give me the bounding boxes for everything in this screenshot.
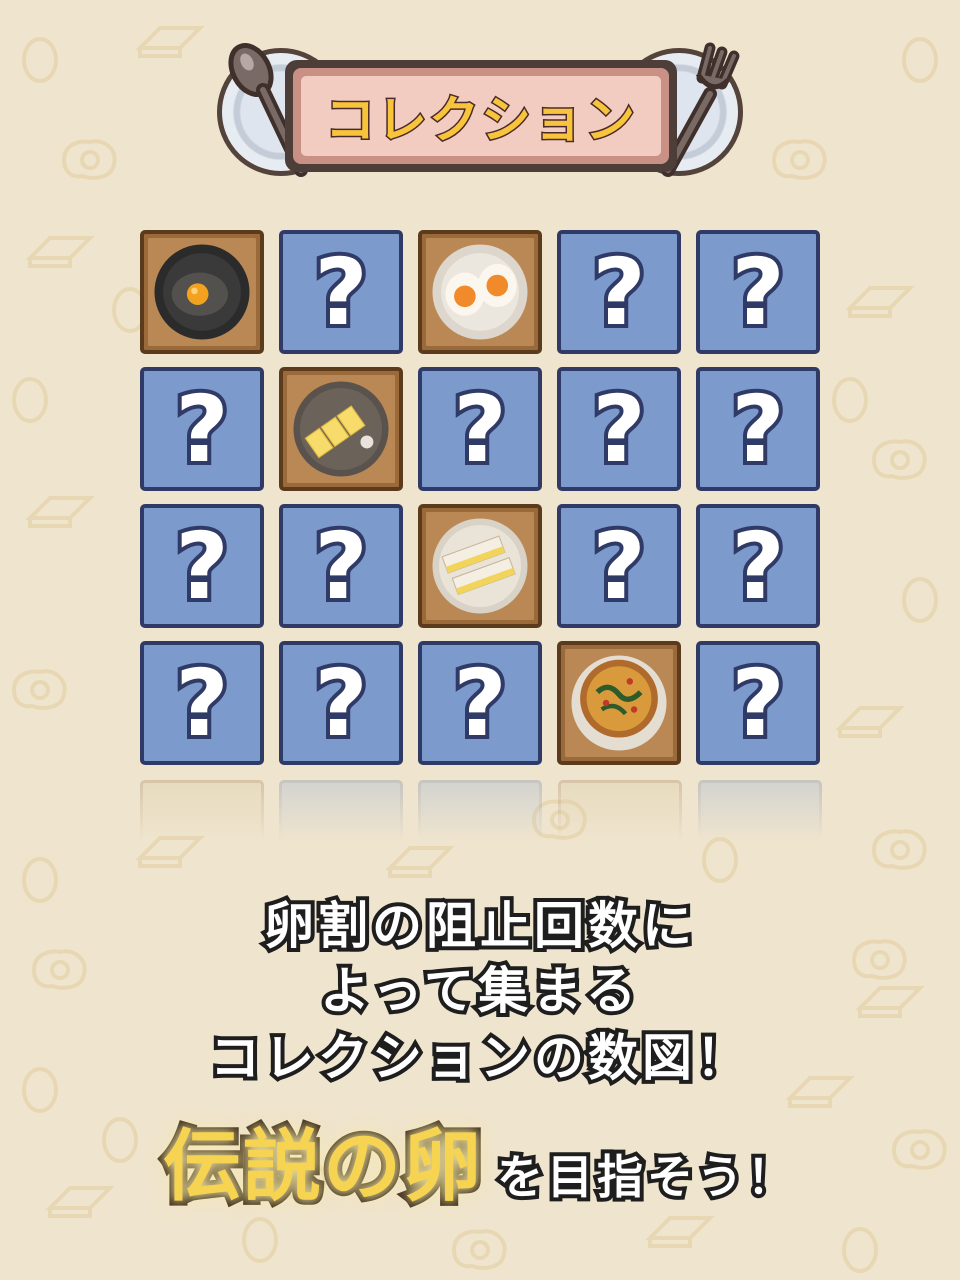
collection-tile-locked[interactable]: ? <box>557 367 681 491</box>
tamagoyaki-icon <box>287 375 395 483</box>
question-mark-icon: ? <box>144 371 260 487</box>
collection-tile-locked[interactable]: ? <box>418 367 542 491</box>
svg-text:?: ? <box>592 244 645 340</box>
question-mark-icon: ? <box>561 234 677 350</box>
collection-tile-egg-sandwich[interactable] <box>418 504 542 628</box>
preview-tile <box>279 780 403 840</box>
svg-text:?: ? <box>731 655 784 751</box>
question-mark-icon: ? <box>283 508 399 624</box>
svg-text:?: ? <box>592 518 645 614</box>
collection-title-banner: コレクション <box>215 38 745 188</box>
collection-tile-locked[interactable]: ? <box>557 504 681 628</box>
collection-tile-locked[interactable]: ? <box>140 504 264 628</box>
svg-text:?: ? <box>731 244 784 340</box>
question-mark-icon: ? <box>144 645 260 761</box>
collection-tile-locked[interactable]: ? <box>696 367 820 491</box>
question-mark-icon: ? <box>700 508 816 624</box>
question-mark-icon: ? <box>561 371 677 487</box>
svg-text:?: ? <box>453 381 506 477</box>
collection-tile-locked[interactable]: ? <box>418 641 542 765</box>
preview-tile <box>418 780 542 840</box>
question-mark-icon: ? <box>700 234 816 350</box>
collection-tile-quiche[interactable] <box>557 641 681 765</box>
raw-egg-bowl-icon <box>148 238 256 346</box>
question-mark-icon: ? <box>283 645 399 761</box>
caption-line-3: コレクションの数図！ <box>206 1025 750 1091</box>
next-row-preview <box>140 780 822 840</box>
egg-sandwich-icon <box>426 512 534 620</box>
svg-text:?: ? <box>175 381 228 477</box>
question-mark-icon: ? <box>561 508 677 624</box>
collection-tile-locked[interactable]: ? <box>140 367 264 491</box>
collection-tile-locked[interactable]: ? <box>279 504 403 628</box>
question-mark-icon: ? <box>144 508 260 624</box>
collection-tile-boiled-egg[interactable] <box>418 230 542 354</box>
svg-text:?: ? <box>453 655 506 751</box>
svg-text:?: ? <box>314 244 367 340</box>
collection-tile-locked[interactable]: ? <box>279 641 403 765</box>
collection-tile-locked[interactable]: ? <box>696 504 820 628</box>
collection-tile-locked[interactable]: ? <box>696 641 820 765</box>
preview-tile <box>698 780 822 840</box>
preview-tile <box>558 780 682 840</box>
svg-text:?: ? <box>314 655 367 751</box>
collection-tile-locked[interactable]: ? <box>557 230 681 354</box>
collection-tile-tamagoyaki[interactable] <box>279 367 403 491</box>
svg-text:?: ? <box>731 518 784 614</box>
page-title: コレクション <box>324 90 637 151</box>
legendary-egg-tail: を目指そう！ <box>493 1146 797 1208</box>
legendary-egg-line: 伝説の卵 を目指そう！ <box>0 1104 960 1217</box>
question-mark-icon: ? <box>700 645 816 761</box>
question-mark-icon: ? <box>422 371 538 487</box>
svg-text:?: ? <box>314 518 367 614</box>
svg-text:?: ? <box>592 381 645 477</box>
svg-text:?: ? <box>175 655 228 751</box>
legendary-egg-highlight: 伝説の卵 <box>158 1117 486 1217</box>
boiled-egg-icon <box>426 238 534 346</box>
caption-line-2: よって集まる <box>316 958 640 1024</box>
collection-tile-locked[interactable]: ? <box>696 230 820 354</box>
preview-tile <box>140 780 264 840</box>
svg-text:?: ? <box>731 381 784 477</box>
title-board: コレクション <box>285 60 677 172</box>
quiche-icon <box>565 649 673 757</box>
question-mark-icon: ? <box>700 371 816 487</box>
caption-line-1: 卵割の阻止回数に <box>260 893 696 959</box>
question-mark-icon: ? <box>283 234 399 350</box>
collection-tile-locked[interactable]: ? <box>140 641 264 765</box>
question-mark-icon: ? <box>422 645 538 761</box>
svg-text:?: ? <box>175 518 228 614</box>
collection-tile-raw-egg-bowl[interactable] <box>140 230 264 354</box>
collection-tile-locked[interactable]: ? <box>279 230 403 354</box>
